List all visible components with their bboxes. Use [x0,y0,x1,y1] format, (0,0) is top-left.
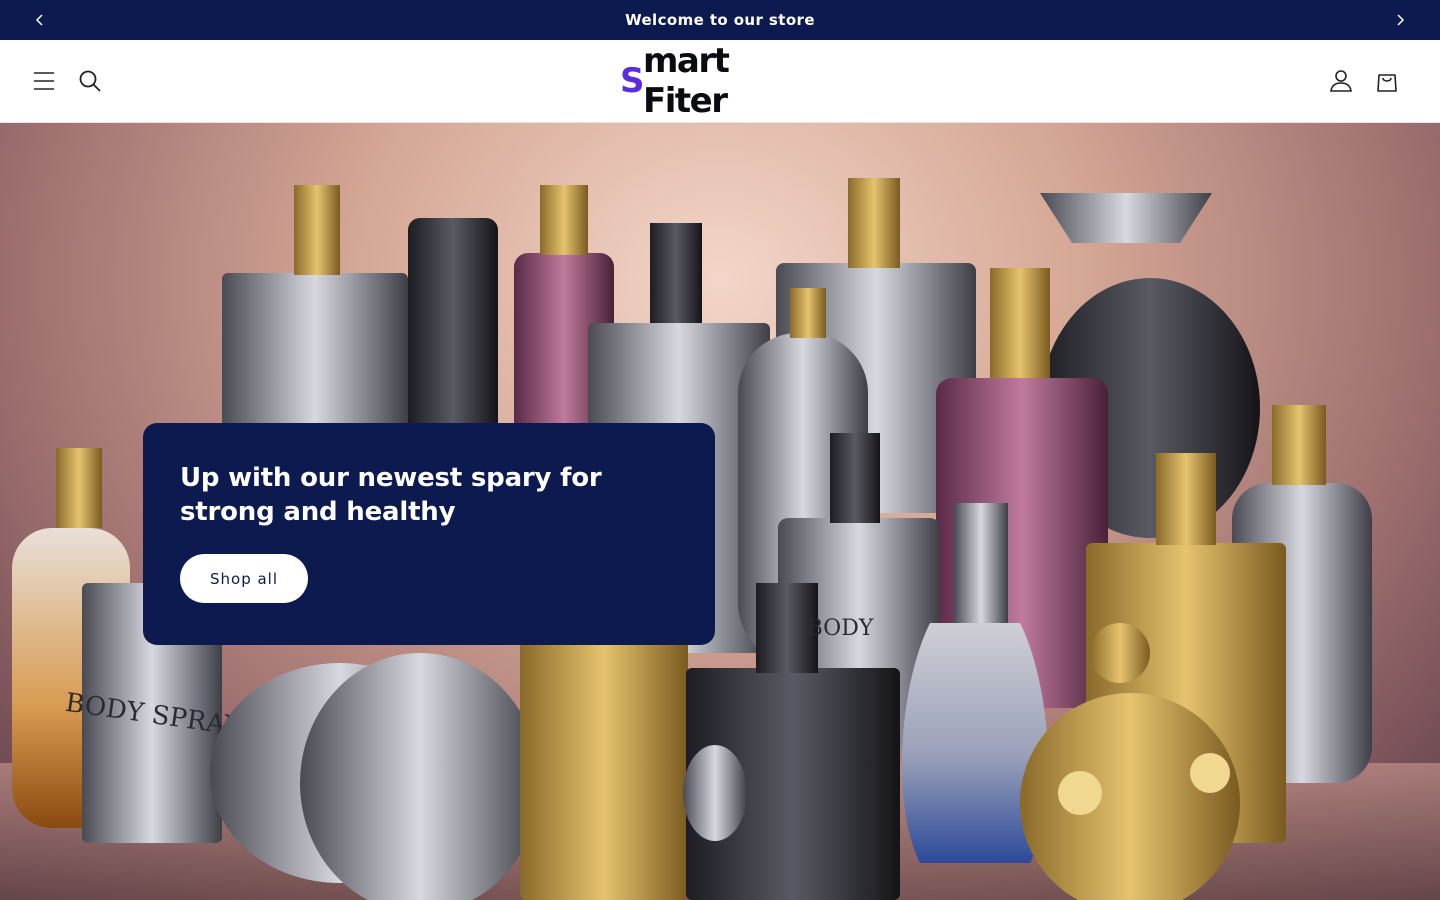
shopping-bag-icon[interactable] [1373,67,1401,95]
shop-all-button[interactable]: Shop all [180,554,308,603]
bottle-label-body: BODY [807,616,874,641]
logo-accent-letter: S [620,61,645,101]
search-icon[interactable] [76,67,104,95]
hamburger-menu-icon[interactable] [30,67,58,95]
site-header: Smart Fiter [0,40,1440,123]
logo-text: mart Fiter [643,41,730,121]
announcement-bar: Welcome to our store [0,0,1440,40]
chevron-right-icon[interactable] [1390,10,1410,30]
site-logo[interactable]: Smart Fiter [620,41,820,121]
hero-promo-card: Up with our newest spary for strong and … [143,423,715,645]
announcement-message: Welcome to our store [625,11,815,29]
account-user-icon[interactable] [1327,67,1355,95]
hero-heading: Up with our newest spary for strong and … [180,463,602,527]
hero-banner: BODY SPRAY BODY Up with our newest spary… [0,123,1440,900]
